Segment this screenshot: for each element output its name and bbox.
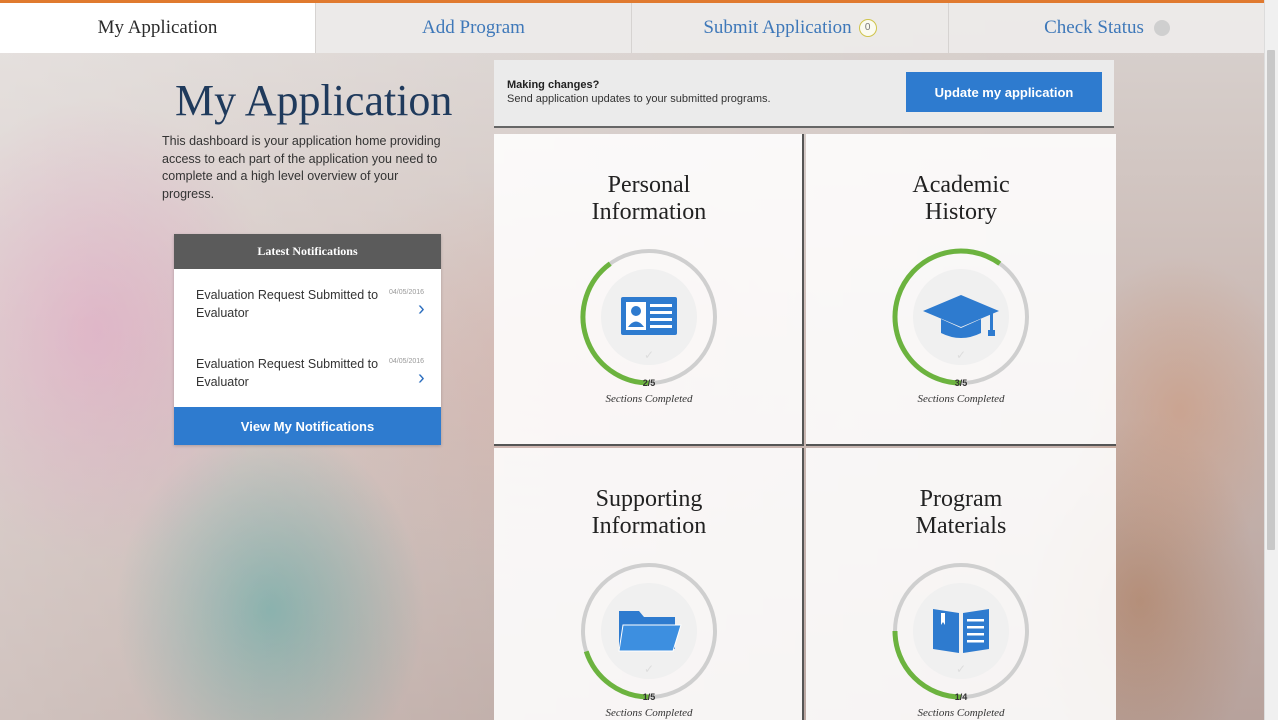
sections-completed-label: Sections Completed — [605, 707, 693, 719]
status-dot-icon — [1153, 20, 1170, 36]
check-icon: ✓ — [643, 348, 655, 362]
sections-completed-label: Sections Completed — [917, 393, 1005, 405]
notification-item[interactable]: Evaluation Request Submitted to Evaluato… — [174, 338, 441, 407]
card-title-line: Information — [591, 513, 707, 539]
card-title-line: Personal — [607, 172, 691, 198]
progress-ring — [892, 563, 1029, 700]
banner-title: Making changes? — [507, 79, 600, 91]
sections-completed-label: Sections Completed — [605, 393, 693, 405]
update-application-button[interactable]: Update my application — [906, 72, 1102, 112]
sections-count: 3/5 — [954, 378, 968, 388]
card-title-line: Program — [919, 486, 1003, 512]
card-title-line: Information — [591, 199, 707, 225]
check-icon: ✓ — [955, 348, 967, 362]
notification-date: 04/05/2016 — [389, 289, 425, 296]
page-scrollbar[interactable] — [1264, 0, 1278, 720]
card-title: Personal Information — [494, 172, 804, 226]
section-card-personal-information[interactable]: Personal Information ✓ 2/5 Sections Comp… — [494, 134, 804, 446]
page-title: My Application — [175, 76, 453, 125]
folder-icon — [618, 611, 682, 652]
notification-date: 04/05/2016 — [389, 358, 425, 365]
tab-add-program[interactable]: Add Program — [315, 3, 631, 53]
section-card-academic-history[interactable]: Academic History ✓ 3/5 Sections Complete… — [806, 134, 1116, 446]
scrollbar-thumb[interactable] — [1267, 50, 1275, 550]
card-title-line: Academic — [912, 172, 1010, 198]
progress-ring — [580, 249, 717, 386]
making-changes-banner: Making changes? Send application updates… — [494, 60, 1114, 128]
tab-check-status[interactable]: Check Status — [948, 3, 1265, 53]
section-card-program-materials[interactable]: Program Materials ✓ 1/4 Sections Complet… — [806, 448, 1116, 720]
progress-ring — [581, 563, 717, 700]
check-icon: ✓ — [643, 662, 655, 676]
id-card-icon — [621, 297, 677, 335]
banner-subtitle: Send application updates to your submitt… — [507, 93, 771, 105]
progress-ring — [892, 248, 1029, 386]
main-tabs: My Application Add Program Submit Applic… — [0, 3, 1265, 53]
tab-label: My Application — [97, 17, 218, 38]
notification-item[interactable]: Evaluation Request Submitted to Evaluato… — [174, 269, 441, 338]
card-title: Supporting Information — [494, 486, 804, 540]
tab-label: Check Status — [1044, 17, 1144, 38]
notification-text: Evaluation Request Submitted to Evaluato… — [196, 288, 379, 320]
card-title-line: History — [925, 199, 997, 225]
submit-count-badge: 0 — [858, 19, 877, 37]
tab-submit-application[interactable]: Submit Application 0 — [631, 3, 948, 53]
card-title-line: Supporting — [595, 486, 703, 512]
chevron-right-icon[interactable]: › — [418, 299, 425, 319]
page-intro: This dashboard is your application home … — [162, 134, 441, 201]
notification-text: Evaluation Request Submitted to Evaluato… — [196, 357, 379, 389]
sections-completed-label: Sections Completed — [917, 707, 1005, 719]
sections-count: 2/5 — [642, 378, 656, 388]
card-title: Program Materials — [806, 486, 1116, 540]
tab-my-application[interactable]: My Application — [0, 3, 315, 53]
section-card-supporting-information[interactable]: Supporting Information ✓ 1/5 Sections Co… — [494, 448, 804, 720]
view-notifications-button[interactable]: View My Notifications — [174, 407, 441, 445]
notifications-panel: Latest Notifications Evaluation Request … — [174, 234, 441, 445]
card-title: Academic History — [806, 172, 1116, 226]
check-icon: ✓ — [955, 662, 967, 676]
sections-count: 1/4 — [954, 692, 968, 702]
card-title-line: Materials — [915, 513, 1007, 539]
tab-label: Add Program — [422, 17, 525, 38]
notifications-header: Latest Notifications — [174, 234, 441, 269]
chevron-right-icon[interactable]: › — [418, 368, 425, 388]
sections-count: 1/5 — [642, 692, 656, 702]
tab-label: Submit Application — [703, 17, 852, 38]
